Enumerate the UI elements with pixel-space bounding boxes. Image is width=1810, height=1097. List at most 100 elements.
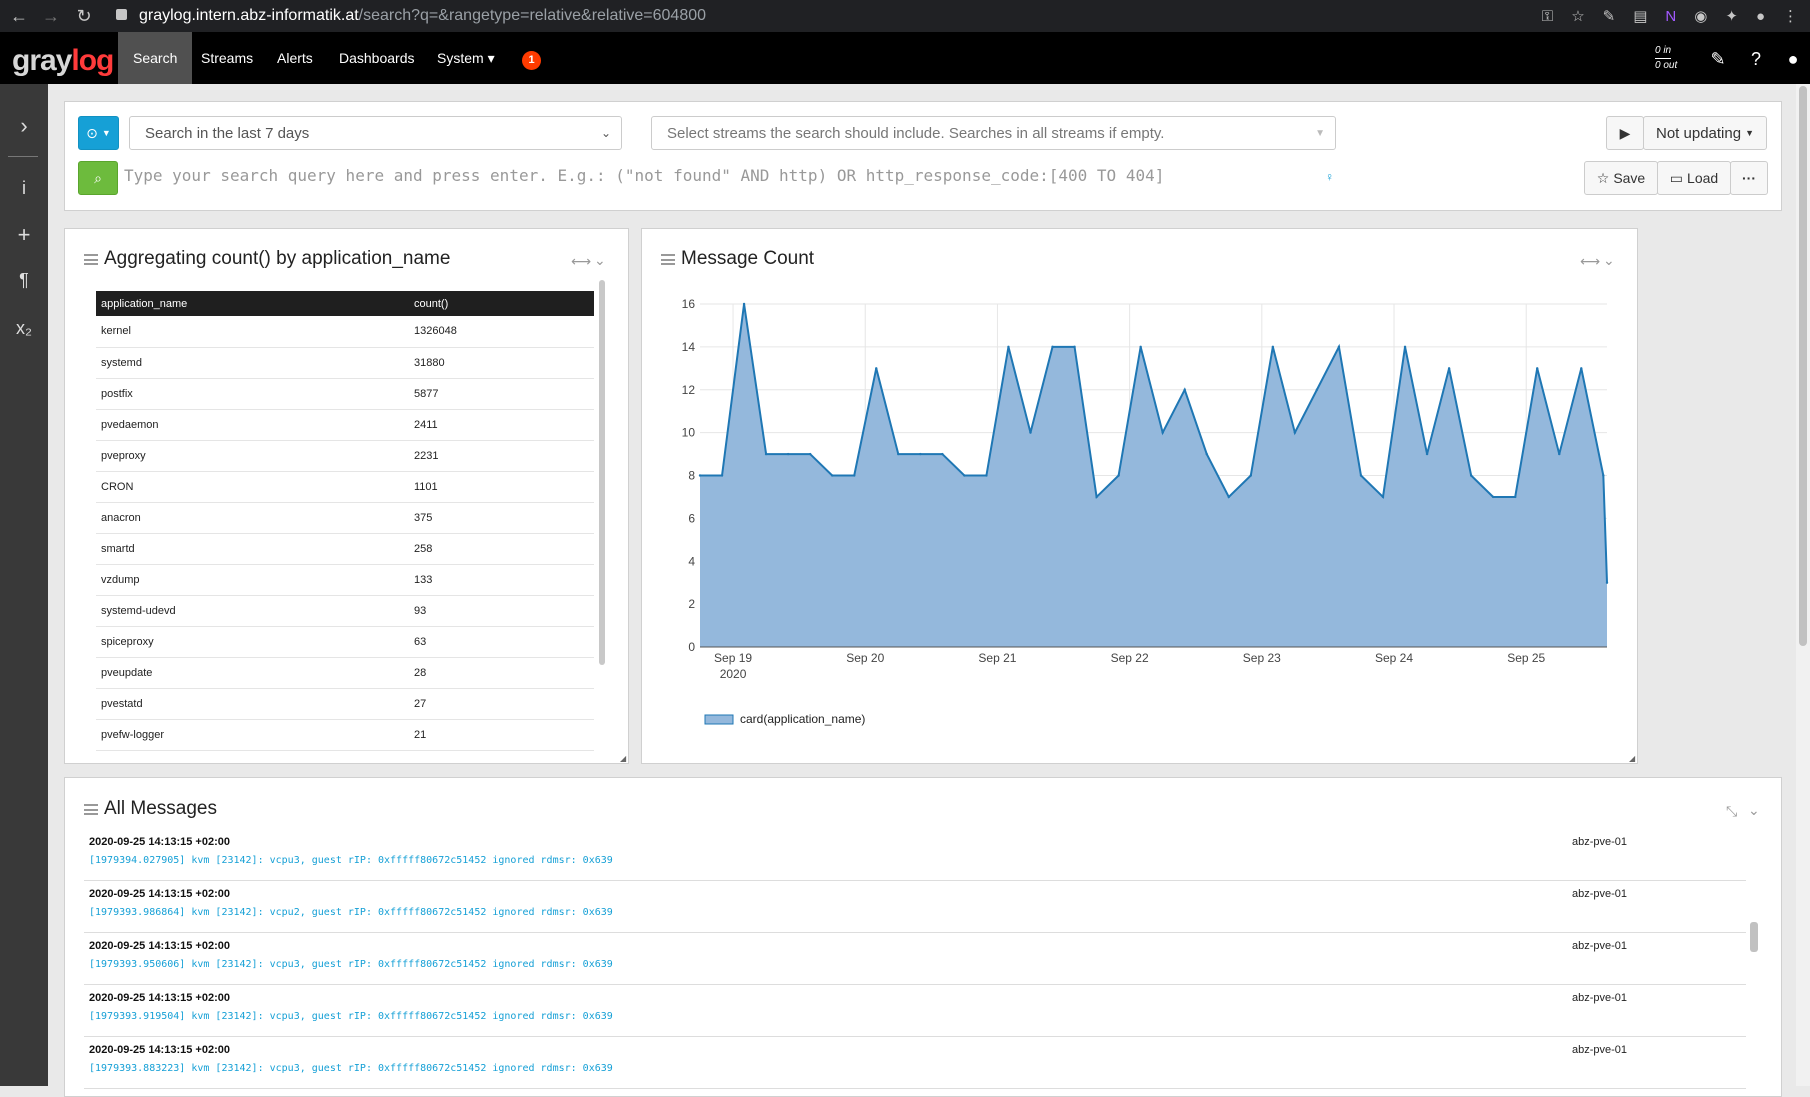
lightbulb-icon[interactable]: ♀ xyxy=(1325,170,1334,184)
message-row[interactable]: 2020-09-25 14:13:15 +02:00 [1979393.91950… xyxy=(84,985,1746,1037)
time-range-type-button[interactable]: ⊙ ▼ xyxy=(78,116,119,150)
query-input[interactable]: Type your search query here and press en… xyxy=(124,166,1164,185)
x-tick-label: Sep 24 xyxy=(1375,651,1413,665)
column-header-application-name[interactable]: application_name xyxy=(96,291,409,316)
data-point xyxy=(1425,452,1429,456)
extension-icon[interactable]: ▤ xyxy=(1633,7,1647,25)
nav-system[interactable]: System ▾ xyxy=(422,32,510,84)
graylog-logo[interactable]: graylog xyxy=(12,44,114,78)
throughput-in[interactable]: 0 in xyxy=(1655,44,1672,59)
data-point xyxy=(1007,345,1010,349)
more-actions-button[interactable]: ··· xyxy=(1730,161,1768,195)
expand-horizontal-icon[interactable]: ⟷ xyxy=(571,253,591,270)
chevron-right-icon[interactable]: › xyxy=(0,113,48,139)
chevron-down-icon[interactable]: ⌄ xyxy=(1748,802,1760,819)
table-row[interactable]: postfix 5877 xyxy=(96,378,594,410)
table-scrollbar[interactable] xyxy=(599,280,605,665)
table-row[interactable]: pvedaemon 2411 xyxy=(96,409,594,441)
extension-icon[interactable]: ◉ xyxy=(1694,7,1707,25)
key-icon[interactable]: ⚿ xyxy=(1542,8,1553,25)
data-point xyxy=(1558,452,1561,456)
table-row[interactable]: spiceproxy 63 xyxy=(96,626,594,658)
data-point xyxy=(764,452,768,456)
drag-handle-icon[interactable] xyxy=(84,254,98,265)
expand-horizontal-icon[interactable]: ⟷ xyxy=(1580,253,1600,270)
message-source: abz-pve-01 xyxy=(1572,836,1628,848)
application-name-cell: pvestatd xyxy=(96,688,409,720)
subscript-icon[interactable]: x₂ xyxy=(0,318,48,339)
table-row[interactable]: pveproxy 2231 xyxy=(96,440,594,472)
data-point xyxy=(1073,345,1076,349)
table-row[interactable]: kernel 1326048 xyxy=(96,316,594,348)
nav-alerts[interactable]: Alerts xyxy=(262,32,328,84)
drag-handle-icon[interactable] xyxy=(661,254,675,265)
count-cell: 2231 xyxy=(409,440,594,472)
time-range-select[interactable]: Search in the last 7 days ⌄ xyxy=(129,116,622,150)
count-cell: 1101 xyxy=(409,471,594,503)
table-row[interactable]: CRON 1101 xyxy=(96,471,594,503)
data-point xyxy=(1139,345,1142,349)
data-point xyxy=(1491,495,1495,499)
reload-icon[interactable]: ↻ xyxy=(70,6,98,27)
compress-icon[interactable]: ⤡ xyxy=(1726,803,1737,820)
message-count-chart: 0 2 4 6 8 10 12 14 16 Sep 19 2020 Sep 20 Sep 21 Sep 2… xyxy=(682,297,1609,726)
y-tick-label: 6 xyxy=(688,511,695,525)
forward-icon[interactable]: → xyxy=(37,6,65,27)
table-row[interactable]: pvefw-logger 21 xyxy=(96,719,594,751)
y-tick-label: 2 xyxy=(688,597,695,611)
message-row[interactable]: 2020-09-25 14:13:15 +02:00 [1979393.98686… xyxy=(84,881,1746,933)
paragraph-icon[interactable]: ¶ xyxy=(0,270,48,291)
table-row[interactable]: pveupdate 28 xyxy=(96,657,594,689)
menu-dots-icon[interactable]: ⋮ xyxy=(1783,7,1798,25)
column-header-count[interactable]: count() xyxy=(409,291,594,316)
chevron-down-icon[interactable]: ⌄ xyxy=(1603,252,1615,269)
streams-select[interactable]: Select streams the search should include… xyxy=(651,116,1336,150)
extension-icon[interactable]: ✎ xyxy=(1603,7,1616,25)
refresh-interval-button[interactable]: Not updating ▼ xyxy=(1643,116,1767,150)
table-row[interactable]: systemd 31880 xyxy=(96,347,594,379)
application-name-cell: anacron xyxy=(96,502,409,534)
throughput-out[interactable]: 0 out xyxy=(1655,60,1677,71)
table-row[interactable]: pvestatd 27 xyxy=(96,688,594,720)
profile-icon[interactable]: ● xyxy=(1756,8,1765,25)
resize-handle-icon[interactable]: ◢ xyxy=(1629,754,1635,763)
message-list-scrollbar[interactable] xyxy=(1750,922,1758,952)
table-row[interactable]: vzdump 133 xyxy=(96,564,594,596)
load-button[interactable]: ▭ Load xyxy=(1657,161,1731,195)
onenote-icon[interactable]: N xyxy=(1665,8,1676,25)
x-tick-label: Sep 21 xyxy=(978,651,1016,665)
chevron-down-icon[interactable]: ⌄ xyxy=(594,252,606,269)
play-button[interactable]: ▶ xyxy=(1606,116,1644,150)
play-icon: ▶ xyxy=(1619,124,1631,141)
help-icon[interactable]: ? xyxy=(1745,48,1767,70)
table-row[interactable]: systemd-udevd 93 xyxy=(96,595,594,627)
search-submit-button[interactable]: ⌕ xyxy=(78,161,118,195)
message-row[interactable]: 2020-09-25 14:13:15 +02:00 [1979393.95060… xyxy=(84,933,1746,985)
save-button[interactable]: ☆ Save xyxy=(1584,161,1658,195)
back-icon[interactable]: ← xyxy=(5,6,33,27)
data-point xyxy=(698,474,702,477)
address-bar[interactable]: graylog.intern.abz-informatik.at/search?… xyxy=(139,0,706,32)
resize-handle-icon[interactable]: ◢ xyxy=(620,754,626,763)
user-icon[interactable]: ● xyxy=(1782,48,1804,70)
nav-dashboards[interactable]: Dashboards xyxy=(324,32,430,84)
drag-handle-icon[interactable] xyxy=(84,804,98,815)
table-row[interactable]: smartd 258 xyxy=(96,533,594,565)
table-row[interactable]: anacron 375 xyxy=(96,502,594,534)
page-scrollbar-thumb[interactable] xyxy=(1799,86,1807,646)
message-row[interactable]: 2020-09-25 14:13:15 +02:00 [1979393.88322… xyxy=(84,1037,1746,1089)
table-header-row: application_name count() xyxy=(96,291,594,316)
notification-badge[interactable]: 1 xyxy=(522,51,541,70)
puzzle-icon[interactable]: ✦ xyxy=(1725,7,1738,25)
all-messages-widget-title: All Messages xyxy=(104,798,217,819)
message-row[interactable]: 2020-09-25 14:13:15 +02:00 [1979394.02790… xyxy=(84,829,1746,881)
plus-icon[interactable]: + xyxy=(0,222,48,248)
nav-streams[interactable]: Streams xyxy=(186,32,268,84)
star-icon[interactable]: ☆ xyxy=(1571,7,1584,25)
load-label: Load xyxy=(1687,170,1719,186)
data-point xyxy=(1602,474,1605,477)
edit-icon[interactable]: ✎ xyxy=(1707,48,1729,70)
info-icon[interactable]: i xyxy=(0,178,48,199)
nav-search[interactable]: Search xyxy=(118,32,193,84)
streams-placeholder: Select streams the search should include… xyxy=(667,124,1165,142)
